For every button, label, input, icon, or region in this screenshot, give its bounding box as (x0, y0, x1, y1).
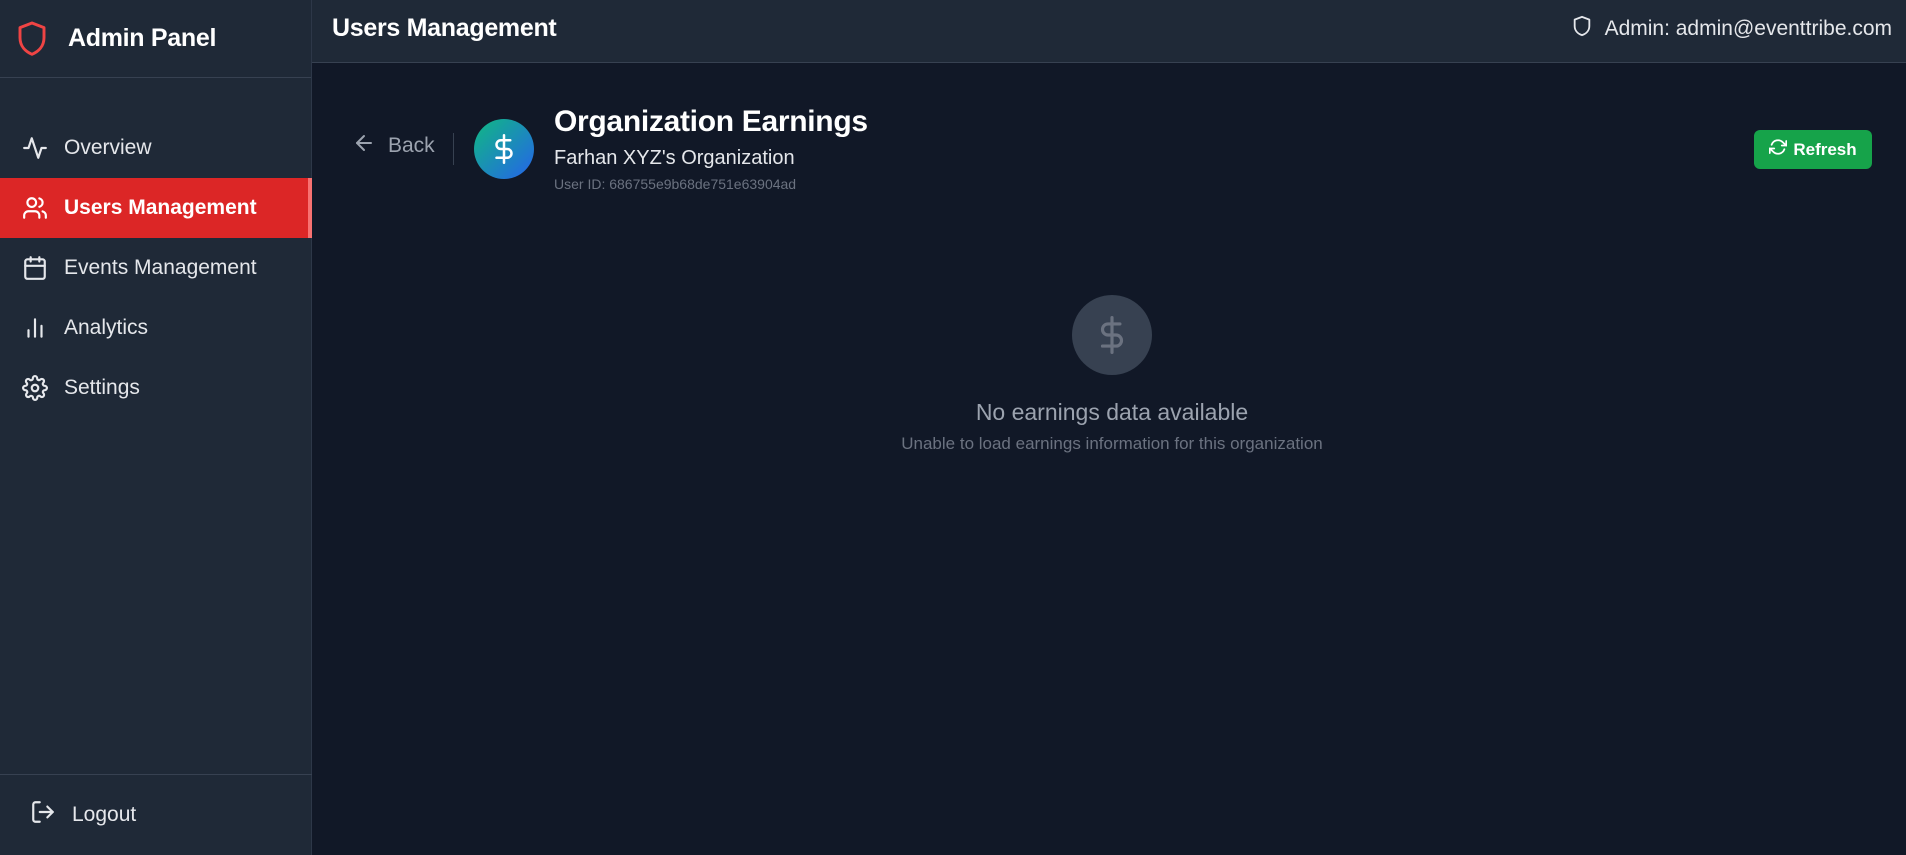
sidebar-item-label: Events Management (64, 256, 257, 279)
calendar-icon (22, 255, 48, 281)
shield-icon (1571, 14, 1593, 44)
sidebar-item-label: Overview (64, 136, 152, 159)
empty-state-subtitle: Unable to load earnings information for … (901, 434, 1323, 453)
empty-state: No earnings data available Unable to loa… (312, 295, 1906, 454)
sidebar-item-overview[interactable]: Overview (0, 118, 312, 178)
refresh-icon (1769, 138, 1788, 161)
gear-icon (22, 375, 48, 401)
user-id: User ID: 686755e9b68de751e63904ad (554, 176, 797, 192)
sidebar-footer: Logout (0, 774, 312, 855)
back-button[interactable]: Back (352, 131, 435, 161)
sidebar-item-events-management[interactable]: Events Management (0, 238, 312, 298)
organization-name: Farhan XYZ's Organization (554, 147, 795, 169)
sidebar-item-settings[interactable]: Settings (0, 358, 312, 418)
sidebar-item-users-management[interactable]: Users Management (0, 178, 312, 238)
brand-title: Admin Panel (68, 24, 217, 52)
top-header: Users Management Admin: admin@eventtribe… (312, 0, 1906, 63)
empty-state-title: No earnings data available (975, 399, 1249, 425)
admin-info: Admin: admin@eventtribe.com (1571, 14, 1892, 44)
arrow-left-icon (352, 131, 376, 161)
dollar-icon (1072, 295, 1152, 375)
sidebar-item-label: Analytics (64, 316, 149, 339)
sidebar-nav: Overview Users Management Events Managem… (0, 118, 312, 418)
logout-button[interactable]: Logout (30, 799, 136, 831)
shield-logo-icon (14, 19, 50, 59)
logout-label: Logout (72, 803, 137, 826)
logout-icon (30, 799, 56, 831)
header-title: Users Management (332, 13, 557, 42)
sidebar-item-analytics[interactable]: Analytics (0, 298, 312, 358)
admin-email: Admin: admin@eventtribe.com (1604, 17, 1892, 40)
back-label: Back (388, 134, 435, 157)
divider (453, 133, 454, 165)
users-icon (22, 195, 48, 221)
main-content: Back Organization Earnings Farhan XYZ's … (312, 63, 1906, 855)
activity-icon (22, 135, 48, 161)
brand: Admin Panel (0, 0, 311, 78)
dollar-avatar-icon (474, 119, 534, 179)
sidebar: Admin Panel Overview Users Management Ev… (0, 0, 312, 855)
sidebar-item-label: Users Management (64, 196, 257, 219)
bar-chart-icon (22, 315, 48, 341)
page-title: Organization Earnings (554, 105, 868, 138)
refresh-button[interactable]: Refresh (1754, 130, 1872, 169)
sidebar-item-label: Settings (64, 376, 140, 399)
refresh-label: Refresh (1793, 139, 1857, 159)
